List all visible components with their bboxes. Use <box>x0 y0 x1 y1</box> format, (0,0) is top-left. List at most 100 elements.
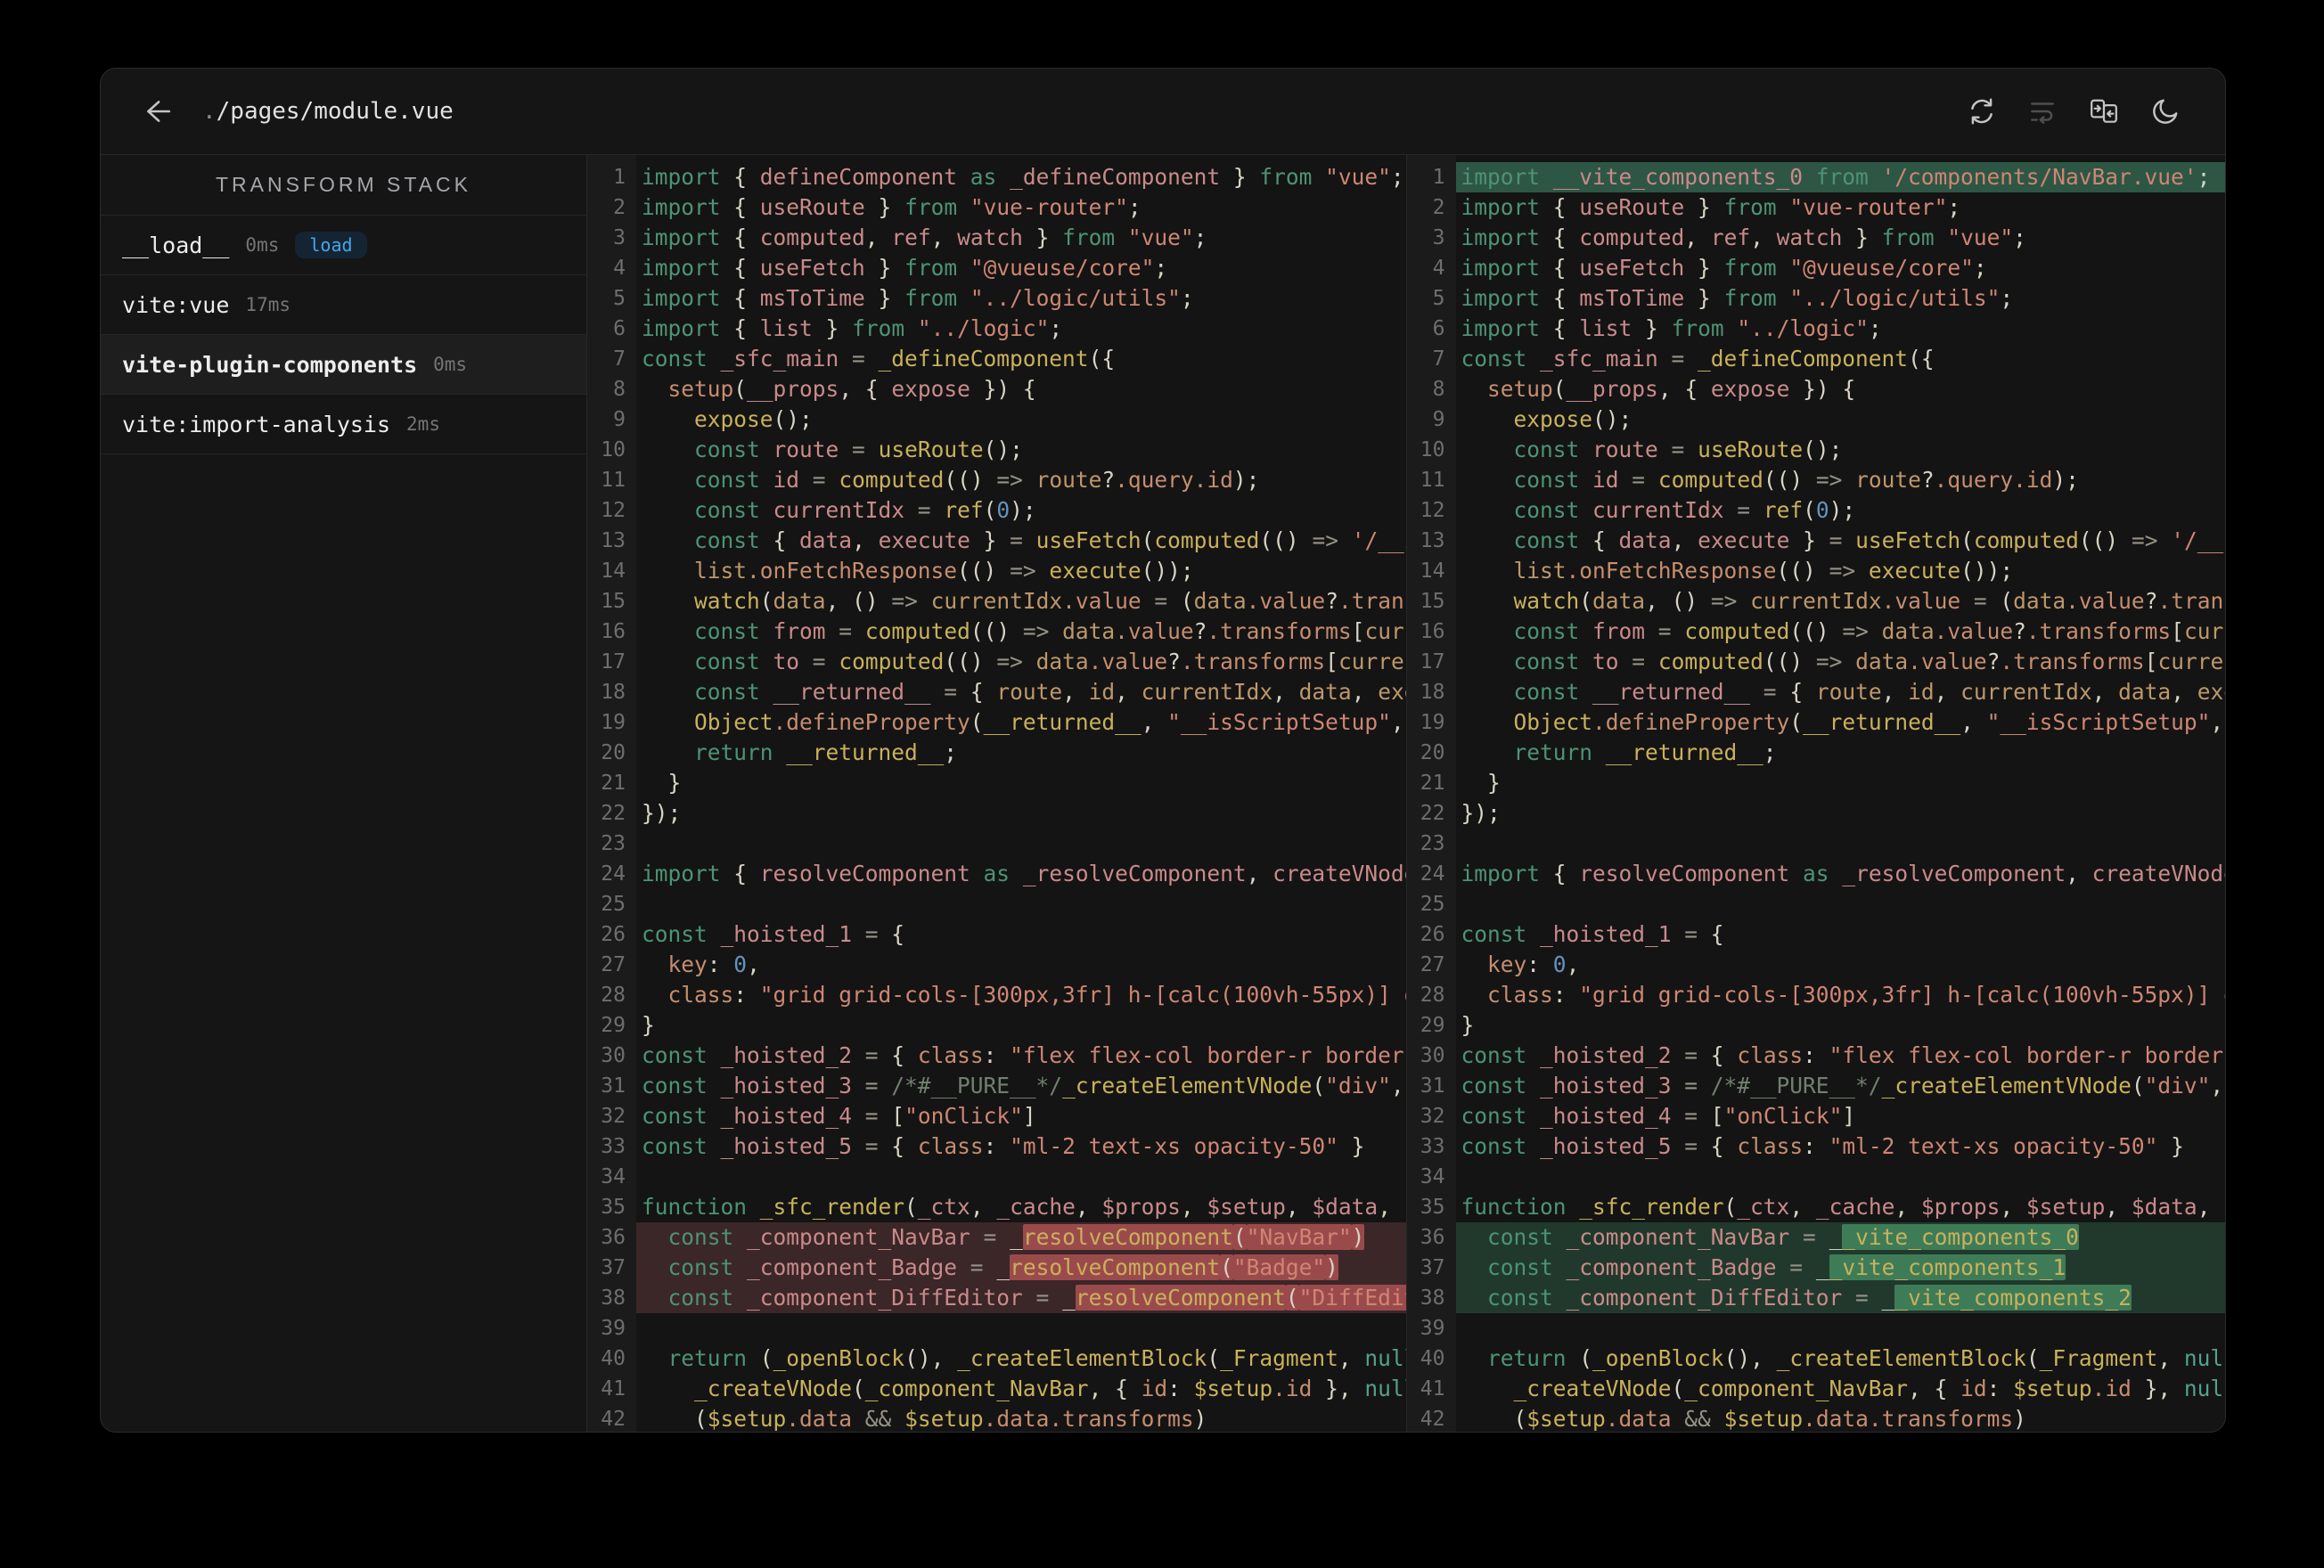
code-line: 10 const route = useRoute(); <box>1407 435 2226 465</box>
code-text: const currentIdx = ref(0); <box>694 497 1036 523</box>
code-text: key: 0, <box>667 951 760 977</box>
code-text: import { resolveComponent as _resolveCom… <box>1461 861 2226 886</box>
code-text: function _sfc_render(_ctx, _cache, $prop… <box>1461 1194 2226 1220</box>
code-text: const _sfc_main = _defineComponent({ <box>1461 346 1935 372</box>
code-text: const route = useRoute(); <box>694 437 1023 462</box>
plugin-name: vite:import-analysis <box>122 411 391 437</box>
code-text: const _hoisted_1 = { <box>642 921 905 947</box>
plugin-name: __load__ <box>122 232 230 258</box>
code-line: 11 const id = computed(() => route?.quer… <box>1407 465 2226 495</box>
code-line: 6 import { list } from "../logic"; <box>587 314 1406 344</box>
code-text: return (_openBlock(), _createElementBloc… <box>667 1345 1406 1371</box>
line-number: 23 <box>1420 832 1445 855</box>
plugin-time: 17ms <box>245 294 290 315</box>
code-text: _createVNode(_component_NavBar, { id: $s… <box>1513 1376 2225 1401</box>
code-text: const __returned__ = { route, id, curren… <box>1513 679 2225 705</box>
topbar-actions <box>1967 96 2181 127</box>
stack-item-vite-import-analysis[interactable]: vite:import-analysis 2ms <box>101 395 586 454</box>
code-text: const _component_DiffEditor = __vite_com… <box>1455 1283 2225 1313</box>
back-arrow-icon[interactable] <box>142 96 172 127</box>
line-number: 25 <box>1420 893 1445 916</box>
code-text: return (_openBlock(), _createElementBloc… <box>1487 1345 2225 1371</box>
stack-item-vite-vue[interactable]: vite:vue 17ms <box>101 275 586 335</box>
code-text: import { list } from "../logic"; <box>1461 315 1882 341</box>
code-text: const _hoisted_4 = ["onClick"] <box>642 1103 1036 1129</box>
code-text: const _sfc_main = _defineComponent({ <box>642 346 1116 372</box>
line-number: 37 <box>1420 1256 1445 1279</box>
line-number: 31 <box>1420 1074 1445 1098</box>
code-line: 8 setup(__props, { expose }) { <box>587 374 1406 404</box>
code-text: const _hoisted_5 = { class: "ml-2 text-x… <box>1461 1133 2184 1159</box>
code-line: 1 import { defineComponent as _defineComp… <box>587 162 1406 192</box>
line-number: 41 <box>1420 1377 1445 1401</box>
plugin-time: 0ms <box>433 354 468 375</box>
code-text: Object.defineProperty(__returned__, "__i… <box>694 709 1404 735</box>
code-line: 17 const to = computed(() => data.value?… <box>587 647 1405 677</box>
code-text: import { list } from "../logic"; <box>642 315 1063 341</box>
code-line: 23 <box>1407 829 2226 859</box>
stack-item-vite-plugin-components[interactable]: vite-plugin-components 0ms <box>101 335 586 395</box>
line-number: 16 <box>601 620 626 643</box>
code-line: 19 Object.defineProperty(__returned__, "… <box>1407 707 2226 738</box>
line-number: 5 <box>613 287 626 310</box>
code-line: 20 return __returned__; <box>587 738 1406 768</box>
refresh-icon[interactable] <box>1967 96 1997 127</box>
plugin-time: 0ms <box>245 234 280 256</box>
line-number: 17 <box>601 650 626 674</box>
code-text: class: "grid grid-cols-[300px,3fr] h-[ca… <box>1487 982 2225 1008</box>
line-number: 13 <box>1420 529 1445 552</box>
code-line: 27 key: 0, <box>1407 950 2226 980</box>
code-text: const _component_NavBar = __vite_compone… <box>1455 1222 2225 1253</box>
code-line: 7 const _sfc_main = _defineComponent({ <box>1407 344 2226 374</box>
code-line: 13 const { data, execute } = useFetch(co… <box>587 526 1405 556</box>
code-text: } <box>642 770 682 796</box>
diff-panel-before[interactable]: 1 import { defineComponent as _defineComp… <box>587 155 1406 1432</box>
code-line: 11 const id = computed(() => route?.quer… <box>587 465 1406 495</box>
code-line: 16 const from = computed(() => data.valu… <box>1407 617 2225 647</box>
line-number: 21 <box>1420 772 1445 795</box>
line-number: 23 <box>601 832 626 855</box>
code-text: const id = computed(() => route?.query.i… <box>694 467 1260 493</box>
code-text: const _hoisted_4 = ["onClick"] <box>1461 1103 1856 1129</box>
diff-panel-after[interactable]: 1 import __vite_components_0 from '/compo… <box>1405 155 2226 1432</box>
code-text: import { useFetch } from "@vueuse/core"; <box>1461 255 1987 281</box>
line-number: 26 <box>1420 923 1445 946</box>
stack-item--load-[interactable]: __load__ 0ms load <box>101 216 586 275</box>
code-line: 39 <box>587 1313 1406 1343</box>
line-number: 28 <box>1420 984 1445 1007</box>
plugin-name: vite:vue <box>122 291 230 318</box>
line-number: 33 <box>601 1135 626 1158</box>
main-content: TRANSFORM STACK __load__ 0ms load vite:vue 1… <box>101 155 2225 1432</box>
code-text: const _hoisted_2 = { class: "flex flex-c… <box>1461 1042 2226 1068</box>
line-number: 3 <box>1432 226 1445 249</box>
moon-icon[interactable] <box>2150 96 2181 127</box>
code-line: 22}); <box>587 798 1406 829</box>
line-number: 28 <box>601 984 626 1007</box>
code-line: 33 const _hoisted_5 = { class: "ml-2 text… <box>587 1131 1406 1162</box>
line-number: 29 <box>601 1014 626 1037</box>
code-line: 30 const _hoisted_2 = { class: "flex flex… <box>587 1041 1405 1071</box>
line-number: 27 <box>1420 953 1445 976</box>
file-title-prefix: . <box>202 98 217 125</box>
code-text: import { computed, ref, watch } from "vu… <box>1461 225 2026 250</box>
split-diff-icon[interactable] <box>2088 96 2120 127</box>
topbar: ./pages/module.vue <box>101 69 2225 155</box>
code-line: 9 expose(); <box>1407 404 2226 435</box>
line-number: 5 <box>1432 287 1445 310</box>
code-text: expose(); <box>694 406 813 432</box>
code-text: const { data, execute } = useFetch(compu… <box>694 527 1405 553</box>
line-number: 36 <box>601 1226 626 1249</box>
line-number: 33 <box>1420 1135 1445 1158</box>
line-wrap-icon[interactable] <box>2027 96 2058 127</box>
code-text: const _component_NavBar = _resolveCompon… <box>636 1222 1406 1253</box>
code-line: 15 watch(data, () => currentIdx.value = … <box>1407 586 2225 617</box>
code-line: 5 import { msToTime } from "../logic/util… <box>1407 283 2226 314</box>
code-text: import { msToTime } from "../logic/utils… <box>1461 285 2014 311</box>
code-line: 14 list.onFetchResponse(() => execute())… <box>587 556 1406 586</box>
line-number: 2 <box>1432 196 1445 219</box>
code-text: watch(data, () => currentIdx.value = (da… <box>694 588 1405 614</box>
code-text: list.onFetchResponse(() => execute()); <box>1513 558 2014 584</box>
code-line: 13 const { data, execute } = useFetch(co… <box>1407 526 2225 556</box>
